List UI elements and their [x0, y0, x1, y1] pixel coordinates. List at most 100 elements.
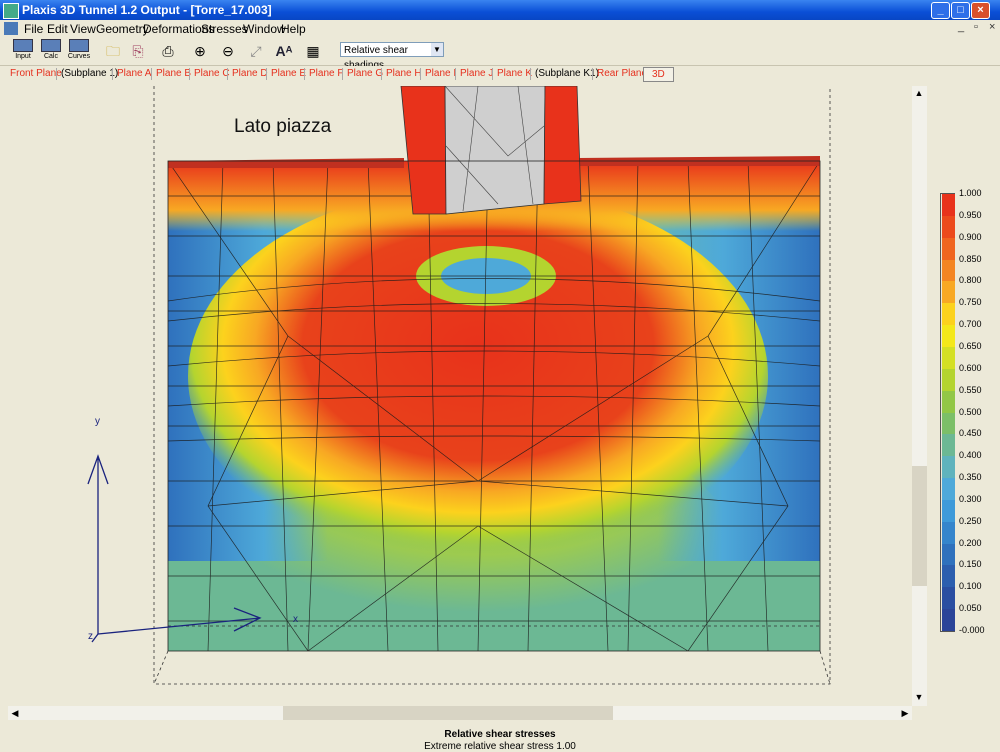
print-icon[interactable]: ⎙ [158, 41, 178, 61]
tab-plane-f[interactable]: Plane F [309, 67, 343, 80]
horizontal-scroll-thumb[interactable] [283, 706, 613, 720]
divider [227, 68, 228, 80]
open-folder-icon[interactable]: 🗀 [103, 41, 123, 61]
calc-icon [41, 39, 61, 52]
menu-file[interactable]: File [24, 22, 43, 36]
scroll-right-icon[interactable]: ▶ [898, 706, 912, 720]
curves-button[interactable]: Curves [66, 39, 92, 63]
reset-view-icon[interactable]: ⤢ [246, 41, 266, 61]
toolbar: Input Calc Curves 🗀 ⎘ ⎙ ⊕ ⊖ ⤢ Aᴬ ▦ [0, 37, 1000, 66]
input-icon [13, 39, 33, 52]
x-axis-label: x [293, 614, 298, 625]
legend-value: 0.450 [959, 428, 982, 439]
calc-button[interactable]: Calc [38, 39, 64, 63]
table-icon[interactable]: ▦ [303, 41, 323, 61]
labels-icon[interactable]: Aᴬ [274, 41, 294, 61]
legend-swatch [942, 478, 955, 501]
divider [530, 68, 531, 80]
menu-window[interactable]: Window [243, 22, 286, 36]
tab-front-plane[interactable]: Front Plane [10, 67, 62, 80]
tab-subplane-k1[interactable]: (Subplane K1) [535, 67, 599, 80]
legend-swatch [942, 521, 955, 544]
vertical-scroll-thumb[interactable] [912, 466, 927, 586]
tab-plane-k[interactable]: Plane K [497, 67, 532, 80]
zoom-out-icon[interactable]: ⊖ [218, 41, 238, 61]
divider [592, 68, 593, 80]
vertical-scrollbar[interactable]: ▲ ▼ [912, 86, 927, 706]
y-axis-label: y [95, 416, 100, 427]
legend-value: 0.350 [959, 472, 982, 483]
legend-value: 0.400 [959, 450, 982, 461]
menu-bar: File Edit View Geometry Deformations Str… [0, 20, 1000, 37]
tab-plane-a[interactable]: Plane A [117, 67, 151, 80]
model-viewport[interactable]: y x z Lato piazza [8, 86, 912, 706]
legend-swatch [942, 303, 955, 326]
color-legend: 1.000 0.950 0.900 0.850 0.800 0.750 0.700 0.650… [940, 188, 1000, 635]
status-title: Relative shear stresses [444, 729, 556, 740]
menu-view[interactable]: View [70, 22, 96, 36]
view-select[interactable]: Relative shear shadings ▼ [340, 42, 444, 71]
menu-geometry[interactable]: Geometry [96, 22, 149, 36]
legend-swatch [942, 543, 955, 566]
document-icon [4, 22, 18, 35]
tab-plane-i[interactable]: Plane I [425, 67, 456, 80]
legend-value: 0.950 [959, 209, 982, 220]
tab-plane-c[interactable]: Plane C [194, 67, 230, 80]
app-icon [3, 3, 19, 19]
menu-stresses[interactable]: Stresses [201, 22, 248, 36]
tab-plane-b[interactable]: Plane B [156, 67, 191, 80]
legend-swatch [942, 434, 955, 457]
status-area: Relative shear stresses Extreme relative… [0, 722, 1000, 752]
scroll-up-icon[interactable]: ▲ [912, 86, 926, 100]
divider [381, 68, 382, 80]
scroll-left-icon[interactable]: ◀ [8, 706, 22, 720]
legend-value: 0.800 [959, 275, 982, 286]
legend-swatch [942, 215, 955, 238]
legend-swatch [942, 565, 955, 588]
legend-value: 0.250 [959, 515, 982, 526]
divider [266, 68, 267, 80]
close-button[interactable]: × [971, 2, 990, 19]
annotation-lato-piazza: Lato piazza [234, 116, 332, 137]
maximize-button[interactable]: □ [951, 2, 970, 19]
legend-value: 0.850 [959, 253, 982, 264]
tab-plane-d[interactable]: Plane D [232, 67, 268, 80]
zoom-in-icon[interactable]: ⊕ [190, 41, 210, 61]
scroll-down-icon[interactable]: ▼ [912, 690, 926, 704]
legend-value: 0.150 [959, 559, 982, 570]
legend-value: 0.900 [959, 231, 982, 242]
legend-swatch [942, 194, 955, 216]
plane-bar: Front Plane (Subplane 1) Plane A Plane B… [0, 66, 1000, 82]
calc-label: Calc [43, 53, 58, 60]
tab-plane-j[interactable]: Plane J [460, 67, 493, 80]
copy-icon[interactable]: ⎘ [128, 41, 148, 61]
horizontal-scrollbar[interactable]: ◀ ▶ [8, 706, 912, 720]
mdi-minimize-button[interactable]: _ [958, 21, 964, 33]
legend-value: 0.100 [959, 581, 982, 592]
tab-plane-e[interactable]: Plane E [271, 67, 306, 80]
legend-value: 1.000 [959, 188, 982, 198]
menu-edit[interactable]: Edit [47, 22, 68, 36]
legend-swatch [942, 259, 955, 282]
legend-swatch [942, 346, 955, 369]
tab-subplane-1[interactable]: (Subplane 1) [61, 67, 118, 80]
curves-label: Curves [67, 53, 91, 60]
tab-plane-h[interactable]: Plane H [386, 67, 422, 80]
legend-value: 0.200 [959, 537, 982, 548]
legend-value: 0.300 [959, 493, 982, 504]
legend-swatch [942, 281, 955, 304]
menu-help[interactable]: Help [281, 22, 306, 36]
mdi-close-button[interactable]: × [989, 21, 995, 33]
legend-value: 0.550 [959, 384, 982, 395]
tab-plane-g[interactable]: Plane G [347, 67, 383, 80]
input-button[interactable]: Input [10, 39, 36, 63]
tab-rear-plane[interactable]: Rear Plane [597, 67, 647, 80]
divider [492, 68, 493, 80]
mdi-restore-button[interactable]: ▫ [974, 21, 978, 33]
divider [151, 68, 152, 80]
tab-3d[interactable]: 3D [643, 67, 674, 82]
legend-swatch [942, 368, 955, 391]
minimize-button[interactable]: _ [931, 2, 950, 19]
legend-value: 0.650 [959, 340, 982, 351]
legend-value: 0.700 [959, 319, 982, 330]
